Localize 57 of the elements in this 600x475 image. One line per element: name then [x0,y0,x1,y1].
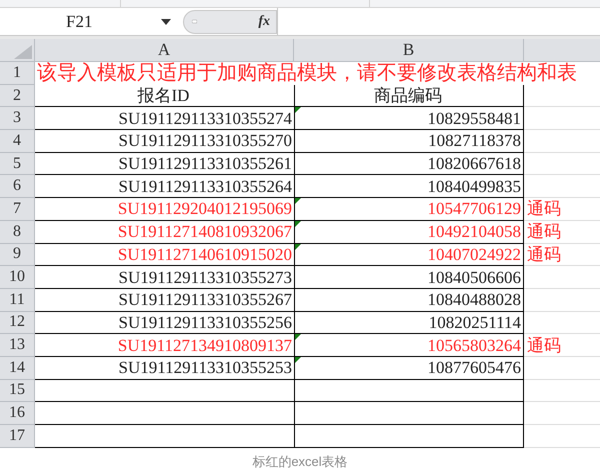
table-cell: 10407024922 [294,244,524,266]
row-header[interactable]: 5 [0,152,35,176]
corner-triangle-icon [14,45,32,59]
table-cell: SU191129113310355264 [35,175,294,198]
row-header[interactable]: 4 [0,130,35,153]
column-header[interactable]: B [294,39,524,61]
row-header[interactable]: 16 [0,402,35,425]
table-cell: 10829558481 [294,107,524,130]
table-cell: SU191129113310355270 [35,130,294,153]
row-header[interactable]: 15 [0,380,35,402]
row-header[interactable]: 14 [0,356,35,380]
table-cell: SU191129113310355256 [35,312,294,334]
table-cell: 通码 [524,244,600,266]
image-caption: 标红的excel表格 [252,452,348,471]
table-cell: 10547706129 [294,198,524,221]
insert-function-button[interactable]: fx [258,11,270,32]
table-cell: 通码 [524,220,600,244]
row-header[interactable]: 8 [0,220,35,244]
row-header[interactable]: 1 [0,62,35,85]
row-header[interactable]: 10 [0,266,35,289]
row-header[interactable]: 3 [0,107,35,130]
table-cell: 10840499835 [294,175,524,198]
table-cell: 10877605476 [294,356,524,380]
title-cell-text: 该导入模板只适用于加购商品模块，请不要修改表格结构和表 [36,62,578,85]
row-header[interactable]: 11 [0,288,35,312]
table-cell: 10827118378 [294,130,524,153]
table-cell: 10492104058 [294,220,524,244]
row-header[interactable]: 2 [0,84,35,108]
row-header[interactable]: 12 [0,312,35,334]
table-cell: 10840506606 [294,266,524,289]
row-header[interactable]: 17 [0,425,35,448]
table-cell: 10840488028 [294,288,524,312]
row-header[interactable]: 9 [0,244,35,266]
name-box[interactable]: F21 [0,8,183,35]
row-header[interactable]: 13 [0,334,35,357]
dropdown-caret-icon[interactable] [161,18,171,24]
table-cell: SU191129113310355274 [35,107,294,130]
table-cell: SU191129113310355267 [35,288,294,312]
table-cell: 10820251114 [294,312,524,334]
table-cell: 通码 [524,334,600,357]
table-cell: 通码 [524,198,600,221]
table-cell: SU191129113310355273 [35,266,294,289]
cell-reference: F21 [66,10,92,33]
table-cell: 10820667618 [294,152,524,176]
handle-icon [192,19,197,24]
table-cell: SU191129113310355253 [35,356,294,380]
table-cell: SU191127140810932067 [35,220,294,244]
column-title-cell: 报名ID [35,84,294,108]
table-cell: SU191127134910809137 [35,334,294,357]
column-title-cell: 商品编码 [294,84,524,108]
table-cell: SU191129204012195069 [35,198,294,221]
row-header[interactable]: 6 [0,175,35,198]
column-header[interactable]: A [35,39,294,61]
row-header[interactable]: 7 [0,198,35,221]
table-cell: 10565803264 [294,334,524,357]
table-cell: SU191129113310355261 [35,152,294,176]
table-cell: SU191127140610915020 [35,244,294,266]
